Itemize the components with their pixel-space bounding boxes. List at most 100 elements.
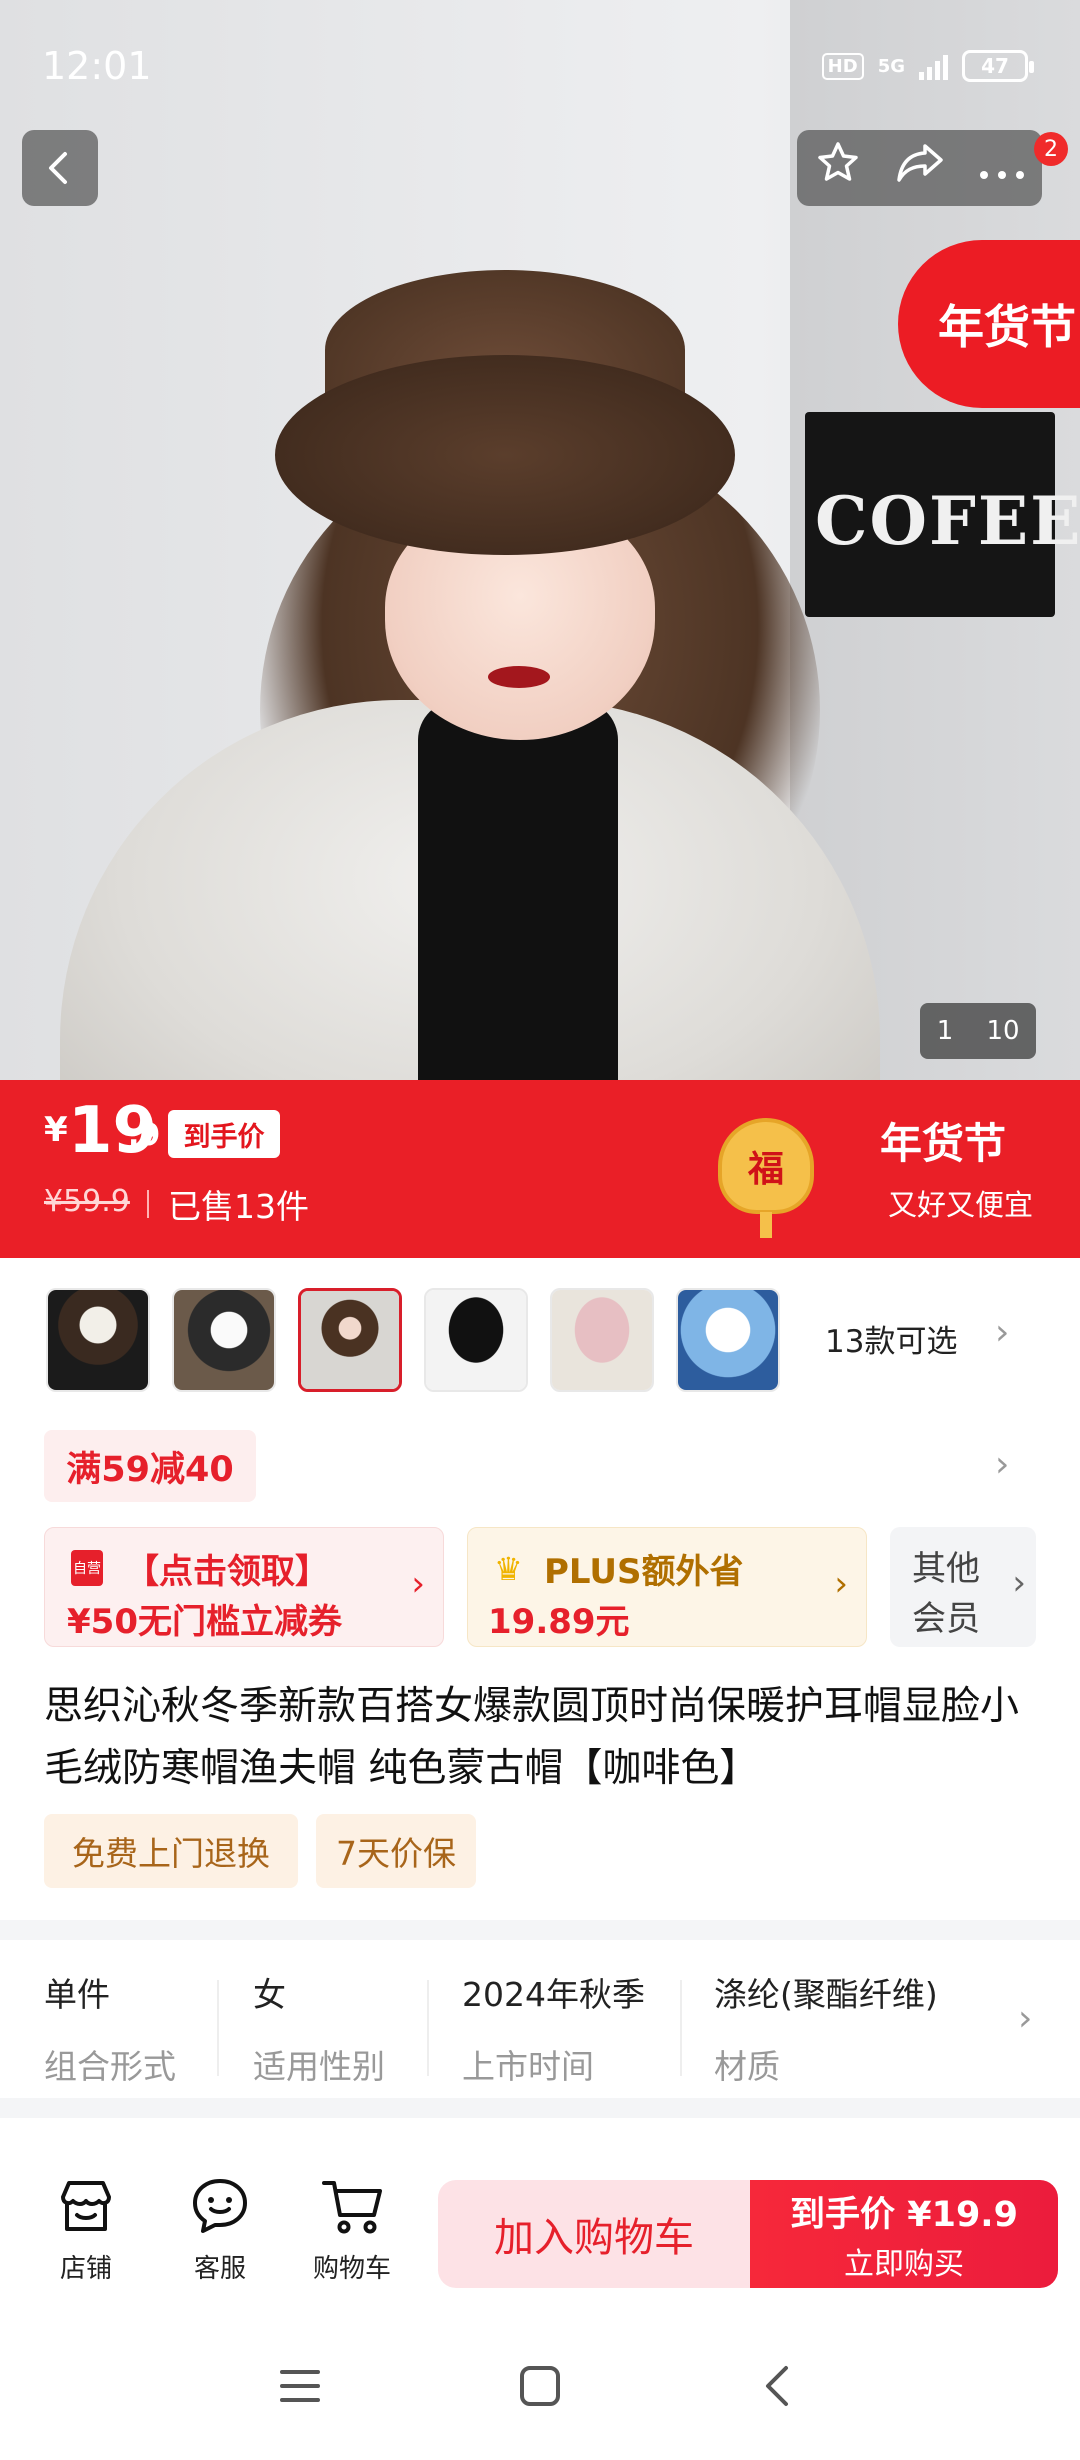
service-tag-return[interactable]: 免费上门退换 xyxy=(44,1814,298,1888)
attr-divider xyxy=(427,1980,429,2076)
original-price: ¥59.9 xyxy=(44,1184,130,1219)
hat-fur-band xyxy=(275,355,735,555)
sku-thumb[interactable] xyxy=(172,1288,276,1392)
share-button[interactable] xyxy=(895,140,945,196)
buy-price-label: 到手价 ¥19.9 xyxy=(790,2194,1018,2235)
promotion-tag[interactable]: 满59减40 xyxy=(44,1430,256,1502)
price-banner: ¥ 19 .9 到手价 ¥59.9 已售13件 福 年货节 又好又便宜 xyxy=(0,1080,1080,1258)
sku-image xyxy=(174,1290,274,1390)
currency-symbol: ¥ xyxy=(44,1110,68,1150)
home-button[interactable] xyxy=(500,2346,580,2426)
status-icons: HD 5G 47 xyxy=(821,50,1034,82)
more-button[interactable] xyxy=(978,144,1026,193)
sku-count-link[interactable]: 13款可选 xyxy=(825,1316,957,1361)
star-icon xyxy=(817,142,858,181)
attr-gender: 女 适用性别 xyxy=(253,1968,385,2088)
sku-thumb[interactable] xyxy=(46,1288,150,1392)
sold-count: 已售13件 xyxy=(168,1187,309,1226)
coupon-desc: ¥50无门槛立减券 xyxy=(67,1602,342,1642)
attr-combination: 单件 组合形式 xyxy=(44,1968,176,2088)
back-button[interactable] xyxy=(22,130,98,206)
attr-material: 涤纶(聚酯纤维) 材质 xyxy=(714,1968,938,2088)
attr-divider xyxy=(680,1980,682,2076)
festival-title: 年货节 xyxy=(880,1119,1007,1168)
attr-divider xyxy=(217,1980,219,2076)
chevron-right-icon: › xyxy=(411,1564,425,1604)
chevron-right-icon: › xyxy=(1012,1563,1026,1603)
sku-image xyxy=(48,1290,148,1390)
sku-thumb[interactable] xyxy=(676,1288,780,1392)
sku-thumb[interactable] xyxy=(424,1288,528,1392)
product-page: COFEE 12:01 HD 5G 47 2 年货节 1 10 ¥ 19 .9 … xyxy=(0,0,1080,2460)
section-divider xyxy=(0,1920,1080,1940)
favorite-button[interactable] xyxy=(814,139,862,197)
attr-release: 2024年秋季 上市时间 xyxy=(462,1968,645,2088)
price-divider xyxy=(147,1190,149,1218)
attr-key: 上市时间 xyxy=(462,2047,594,2086)
sku-thumb-selected[interactable] xyxy=(298,1288,402,1392)
store-label: 店铺 xyxy=(59,2254,112,2284)
cart-icon xyxy=(322,2181,382,2234)
plus-amount: 19.89元 xyxy=(488,1602,630,1642)
chevron-right-icon[interactable]: › xyxy=(995,1444,1009,1485)
square-icon xyxy=(520,2366,560,2406)
chat-smile-icon xyxy=(193,2179,247,2233)
festival-tag[interactable]: 年货节 xyxy=(898,240,1080,408)
recent-apps-button[interactable] xyxy=(260,2346,340,2426)
sku-selector: 13款可选 › xyxy=(0,1258,1080,1428)
more-dots-icon xyxy=(979,170,1024,179)
other-membership[interactable]: 其他 会员 › xyxy=(890,1527,1036,1647)
buy-now-button[interactable]: 到手价 ¥19.9 立即购买 xyxy=(750,2180,1058,2288)
service-tag-price-protect[interactable]: 7天价保 xyxy=(316,1814,476,1888)
attr-key: 组合形式 xyxy=(44,2047,176,2086)
tassel-icon xyxy=(760,1212,772,1238)
chevron-right-icon: › xyxy=(834,1564,848,1604)
hd-icon: HD xyxy=(821,52,864,80)
add-to-cart-button[interactable]: 加入购物车 xyxy=(438,2180,750,2288)
attr-value: 女 xyxy=(253,1975,286,2014)
sign-text: COFEE xyxy=(815,482,1080,560)
attr-key: 材质 xyxy=(714,2047,780,2086)
cart-label: 购物车 xyxy=(312,2254,391,2284)
chevron-left-icon xyxy=(766,2366,788,2406)
gallery-indicator: 1 10 xyxy=(920,1003,1036,1059)
cart-button[interactable]: 购物车 xyxy=(302,2170,402,2285)
system-back-button[interactable] xyxy=(738,2346,818,2426)
sku-thumb[interactable] xyxy=(550,1288,654,1392)
status-time: 12:01 xyxy=(42,44,152,88)
buy-now-label: 立即购买 xyxy=(844,2246,964,2282)
attr-value: 单件 xyxy=(44,1975,110,2014)
customer-service-button[interactable]: 客服 xyxy=(170,2170,270,2285)
self-operated-icon: 自营 xyxy=(71,1550,103,1586)
coupon-claim[interactable]: 自营 【点击领取】 ¥50无门槛立减券 › xyxy=(44,1527,444,1647)
chevron-right-icon: › xyxy=(995,1312,1010,1353)
share-icon xyxy=(896,144,943,182)
chevron-right-icon: › xyxy=(1018,1998,1033,2039)
plus-title: PLUS额外省 xyxy=(544,1552,744,1592)
model-lips xyxy=(488,666,550,688)
attributes-row[interactable]: 单件 组合形式 女 适用性别 2024年秋季 上市时间 涤纶(聚酯纤维) 材质 … xyxy=(0,1940,1080,2098)
store-button[interactable]: 店铺 xyxy=(36,2170,136,2285)
system-nav-bar xyxy=(0,2310,1080,2460)
network-label: 5G xyxy=(877,55,905,77)
notification-badge: 2 xyxy=(1034,132,1068,166)
menu-icon xyxy=(280,2370,320,2402)
coupon-title: 【点击领取】 xyxy=(125,1552,329,1592)
attr-value: 2024年秋季 xyxy=(462,1975,645,2014)
crown-icon: ♛ xyxy=(494,1550,523,1588)
model-sweater xyxy=(418,700,618,1080)
sku-image xyxy=(678,1290,778,1390)
gallery-current: 1 xyxy=(936,1016,954,1046)
other-label-2: 会员 xyxy=(912,1599,980,1639)
plus-savings[interactable]: ♛ PLUS额外省 19.89元 › xyxy=(467,1527,867,1647)
signal-icon xyxy=(919,52,948,80)
final-price-tag[interactable]: 到手价 xyxy=(168,1110,280,1158)
battery-icon: 47 xyxy=(962,50,1034,82)
other-label-1: 其他 xyxy=(912,1549,980,1589)
store-icon xyxy=(61,2181,111,2231)
attr-value: 涤纶(聚酯纤维) xyxy=(714,1975,938,2014)
fu-badge: 福 xyxy=(718,1118,814,1214)
attr-key: 适用性别 xyxy=(253,2047,385,2086)
price-decimal: .9 xyxy=(128,1118,161,1153)
top-action-group xyxy=(797,130,1042,206)
